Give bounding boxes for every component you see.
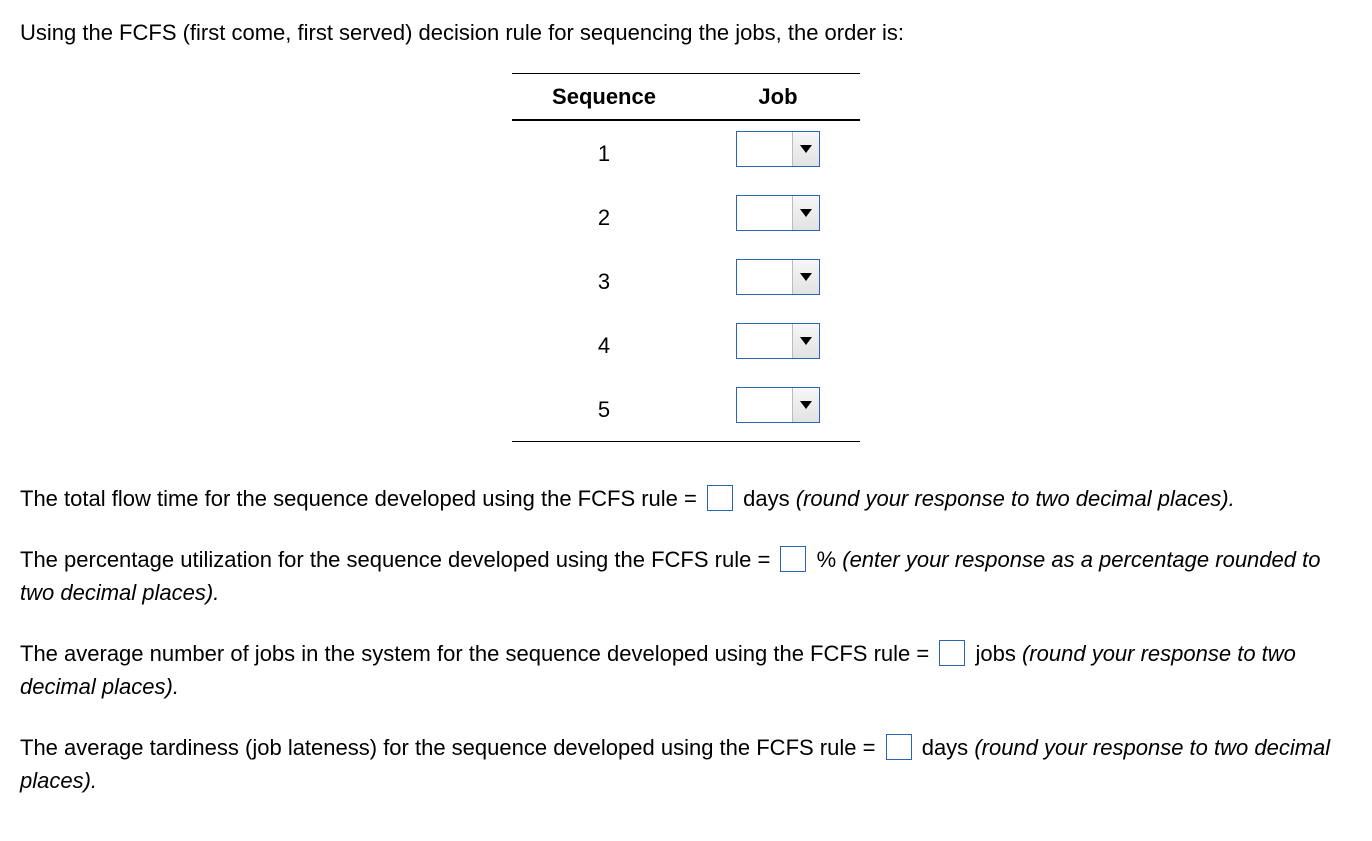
q1-unit: days [743, 486, 789, 511]
job-dropdown-4[interactable] [736, 323, 820, 359]
header-job: Job [696, 74, 860, 121]
job-dropdown-2[interactable] [736, 195, 820, 231]
q2-unit: % [817, 547, 837, 572]
question-avg-jobs: The average number of jobs in the system… [20, 637, 1352, 703]
sequence-cell: 2 [512, 185, 696, 249]
q1-hint: (round your response to two decimal plac… [796, 486, 1235, 511]
chevron-down-icon [792, 196, 819, 230]
sequence-cell: 3 [512, 249, 696, 313]
question-utilization: The percentage utilization for the seque… [20, 543, 1352, 609]
q4-unit: days [922, 735, 968, 760]
question-tardiness: The average tardiness (job lateness) for… [20, 731, 1352, 797]
table-row: 4 [512, 313, 860, 377]
job-dropdown-1[interactable] [736, 131, 820, 167]
header-sequence: Sequence [512, 74, 696, 121]
table-row: 3 [512, 249, 860, 313]
tardiness-input[interactable] [886, 734, 912, 760]
q4-text: The average tardiness (job lateness) for… [20, 735, 875, 760]
question-flow-time: The total flow time for the sequence dev… [20, 482, 1352, 515]
sequence-table: Sequence Job 1 2 [512, 73, 860, 442]
chevron-down-icon [792, 132, 819, 166]
chevron-down-icon [792, 388, 819, 422]
avg-jobs-input[interactable] [939, 640, 965, 666]
sequence-cell: 1 [512, 120, 696, 185]
q2-text: The percentage utilization for the seque… [20, 547, 770, 572]
chevron-down-icon [792, 260, 819, 294]
q3-text: The average number of jobs in the system… [20, 641, 929, 666]
sequence-cell: 5 [512, 377, 696, 442]
q3-unit: jobs [976, 641, 1016, 666]
flow-time-input[interactable] [707, 485, 733, 511]
table-row: 5 [512, 377, 860, 442]
q1-text: The total flow time for the sequence dev… [20, 486, 697, 511]
sequence-cell: 4 [512, 313, 696, 377]
utilization-input[interactable] [780, 546, 806, 572]
table-row: 1 [512, 120, 860, 185]
job-dropdown-5[interactable] [736, 387, 820, 423]
job-dropdown-3[interactable] [736, 259, 820, 295]
intro-text: Using the FCFS (first come, first served… [20, 16, 1352, 49]
chevron-down-icon [792, 324, 819, 358]
table-row: 2 [512, 185, 860, 249]
